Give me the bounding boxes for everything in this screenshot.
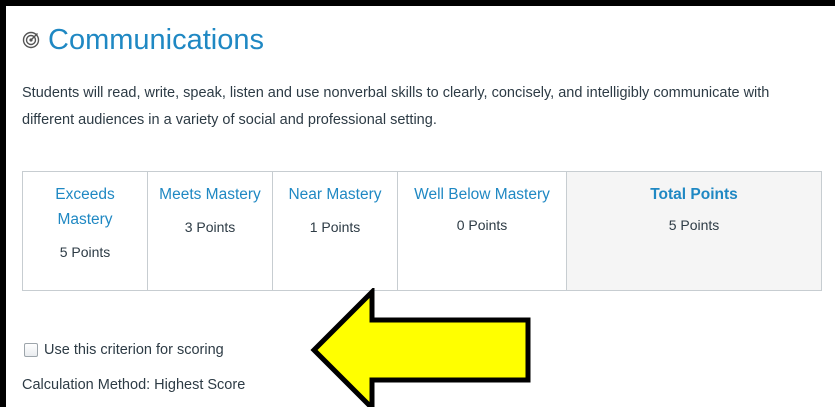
rating-label: Meets Mastery [159,186,261,203]
criterion-scoring-label[interactable]: Use this criterion for scoring [44,342,224,358]
rating-label: Well Below Mastery [414,186,550,203]
rating-cell-meets-mastery: Meets Mastery 3 Points [147,171,273,291]
total-points-cell: Total Points 5 Points [566,171,822,291]
rating-points: 3 Points [184,219,236,235]
rating-cell-exceeds-mastery: Exceeds Mastery 5 Points [22,171,148,291]
outcome-title: Communications [48,23,264,56]
rating-points: 0 Points [456,217,508,233]
criterion-scoring-checkbox[interactable] [24,343,38,357]
total-points-value: 5 Points [668,217,720,233]
target-icon [22,31,40,49]
total-points-label: Total Points [650,186,738,203]
yellow-arrow-icon [306,285,536,407]
rating-label: Near Mastery [288,186,382,203]
rating-cell-well-below-mastery: Well Below Mastery 0 Points [397,171,567,291]
criterion-scoring-option[interactable]: Use this criterion for scoring [24,342,224,358]
outcome-header: Communications [22,20,264,60]
outcome-description: Students will read, write, speak, listen… [22,85,770,128]
rating-points: 1 Points [309,219,361,235]
ratings-row: Exceeds Mastery 5 Points Meets Mastery 3… [22,171,822,291]
calculation-method: Calculation Method: Highest Score [22,377,246,393]
ratings-table: Exceeds Mastery 5 Points Meets Mastery 3… [22,171,822,291]
outcome-panel: Communications Students will read, write… [6,6,835,407]
rating-label: Exceeds Mastery [55,186,115,228]
rating-cell-near-mastery: Near Mastery 1 Points [272,171,398,291]
rating-points: 5 Points [59,244,111,260]
